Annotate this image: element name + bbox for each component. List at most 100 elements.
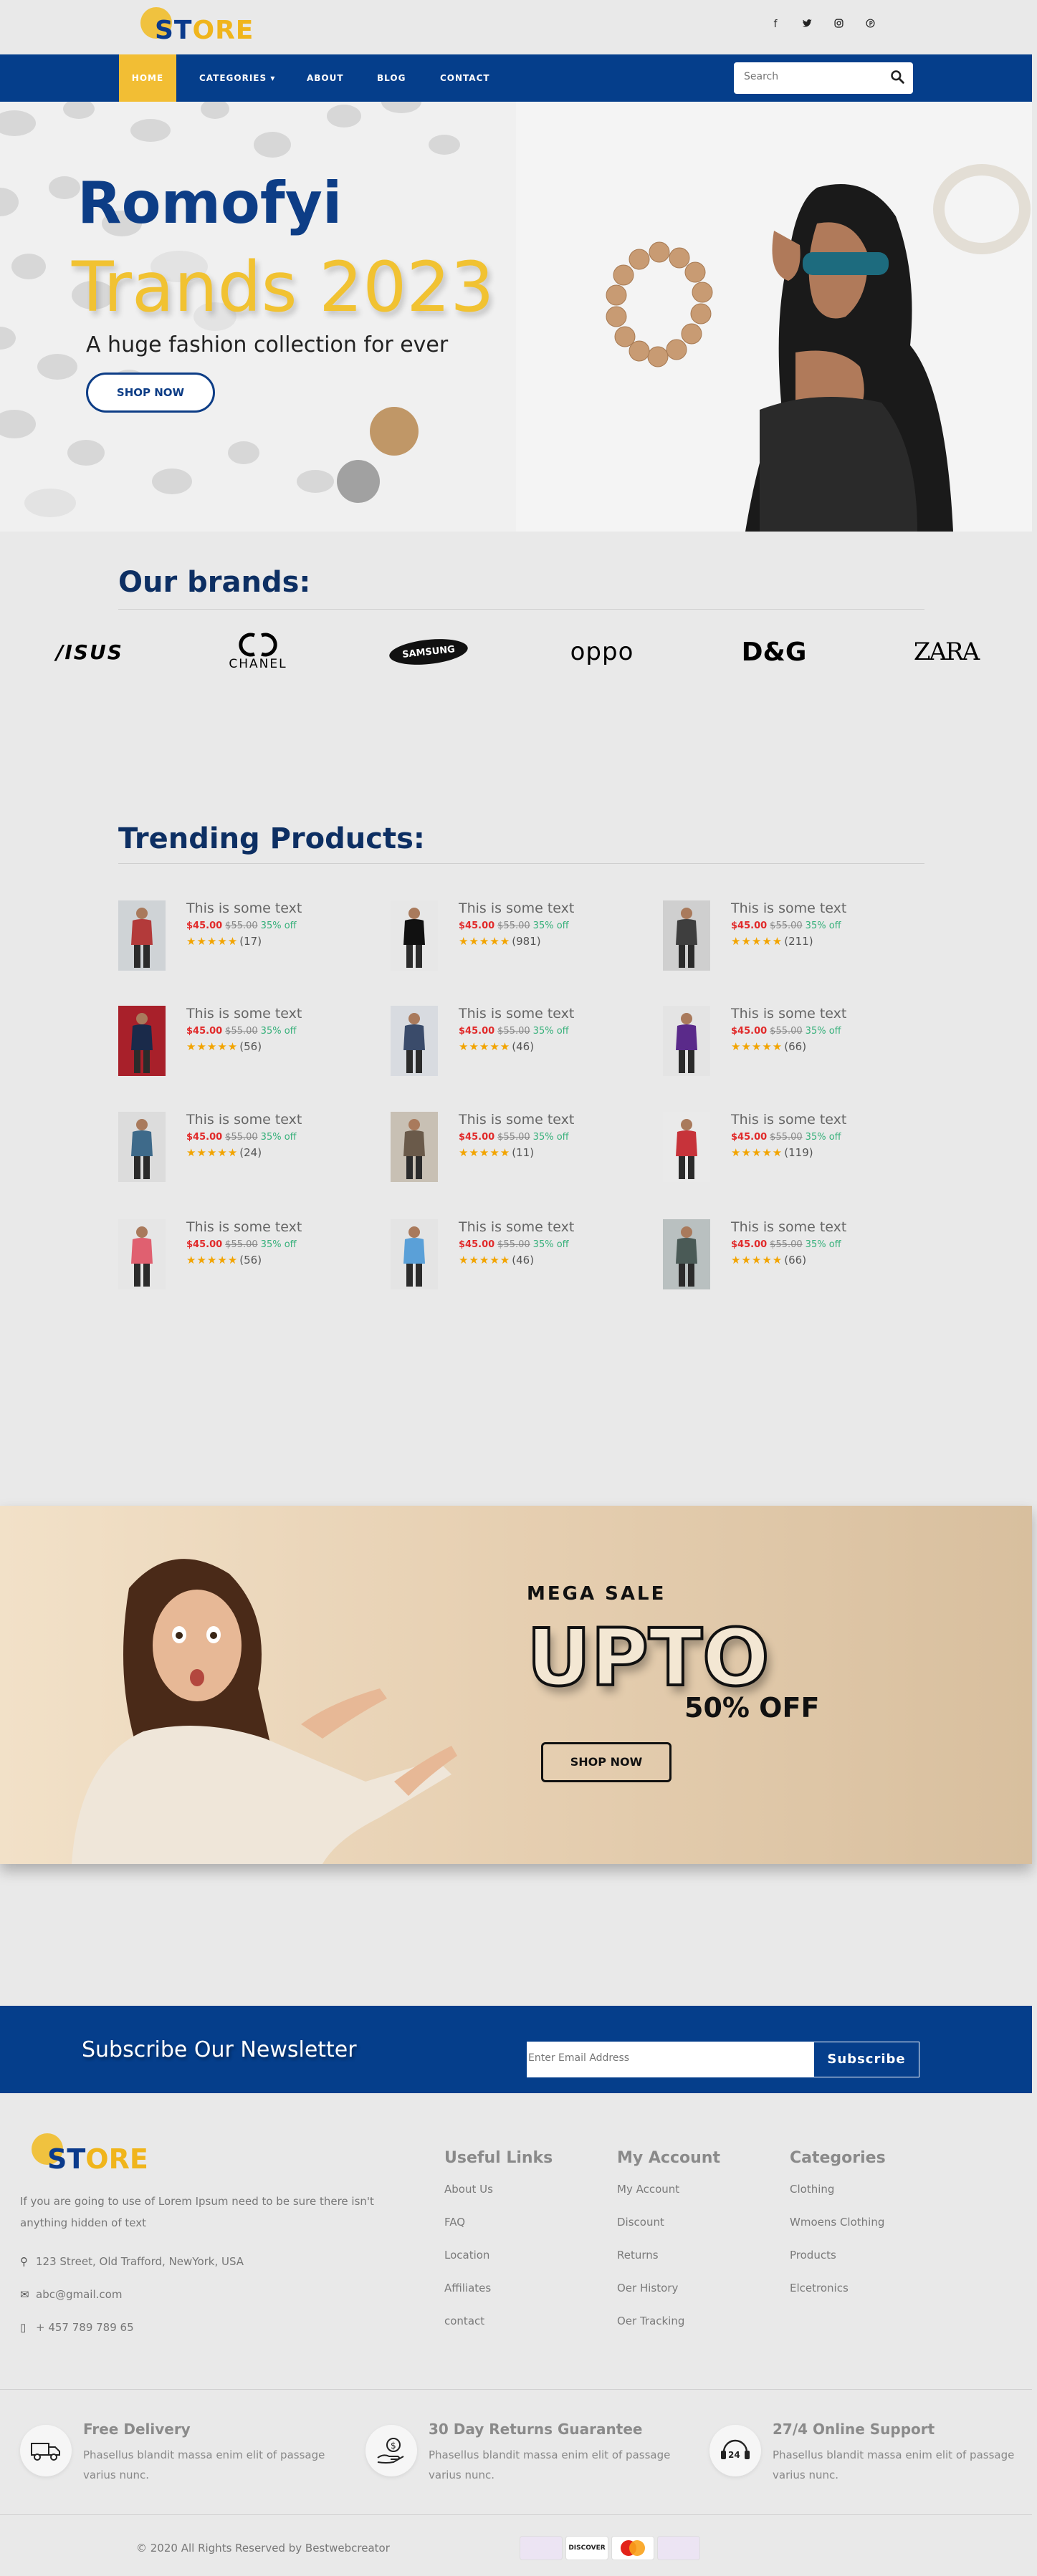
star-rating-icon: ★★★★★ [731,1040,783,1053]
newsletter-section: Subscribe Our Newsletter Subscribe [0,2006,1032,2093]
nav-blog[interactable]: BLOG [377,54,406,102]
product-card[interactable]: This is some text $45.00 $55.00 35% off ★★★★… [118,1112,376,1191]
footer-link[interactable]: Clothing [790,2183,933,2216]
product-image[interactable] [663,900,710,971]
twitter-icon[interactable] [791,19,823,31]
nav-about[interactable]: ABOUT [307,54,344,102]
product-image[interactable] [391,1219,438,1289]
brand-asus[interactable]: /ISUS [50,630,129,673]
nav-home[interactable]: HOME [119,54,176,102]
review-count: (46) [512,1254,535,1267]
product-prices: $45.00 $55.00 35% off [186,1239,297,1250]
footer-email: ✉ abc@gmail.com [20,2288,122,2301]
product-name[interactable]: This is some text [731,1006,846,1022]
facebook-icon[interactable]: f [760,19,791,31]
footer-link[interactable]: Wmoens Clothing [790,2216,933,2249]
footer-link[interactable]: My Account [617,2183,760,2216]
product-name[interactable]: This is some text [186,1219,302,1235]
footer-logo[interactable]: STORE [32,2133,153,2175]
product-name[interactable]: This is some text [731,1112,846,1128]
footer-link[interactable]: Discount [617,2216,760,2249]
footer-col-categories: Categories Clothing Wmoens Clothing Prod… [790,2149,933,2315]
hero-shop-now-button[interactable]: SHOP NOW [86,373,215,413]
product-discount: 35% off [260,1239,297,1250]
product-card[interactable]: This is some text $45.00 $55.00 35% off ★★★★… [118,1219,376,1298]
product-image[interactable] [391,1006,438,1076]
product-name[interactable]: This is some text [186,1006,302,1022]
review-count: (56) [239,1040,262,1053]
search-icon[interactable] [890,69,904,84]
nav-contact[interactable]: CONTACT [440,54,490,102]
product-image[interactable] [663,1006,710,1076]
product-card[interactable]: This is some text $45.00 $55.00 35% off ★★★★… [663,900,921,979]
footer-link[interactable]: Elcetronics [790,2282,933,2315]
product-old-price: $55.00 [770,921,803,931]
product-price: $45.00 [459,921,495,931]
product-name[interactable]: This is some text [186,900,302,916]
product-old-price: $55.00 [497,1132,530,1143]
footer-link[interactable]: About Us [444,2183,588,2216]
footer-link[interactable]: Returns [617,2249,760,2282]
footer-link[interactable]: Oer Tracking [617,2315,760,2347]
email-input[interactable] [528,2052,801,2064]
nav-categories[interactable]: CATEGORIES ▾ [199,54,275,102]
feature-free-delivery: Free Delivery Phasellus blandit massa en… [20,2419,335,2491]
feature-text: Phasellus blandit massa enim elit of pas… [429,2448,671,2481]
brand-chanel[interactable]: CHANEL [215,630,301,673]
product-price: $45.00 [731,1132,768,1143]
product-card[interactable]: This is some text $45.00 $55.00 35% off ★★★★… [391,1219,649,1298]
product-name[interactable]: This is some text [186,1112,302,1128]
search-input[interactable] [744,71,880,82]
product-discount: 35% off [260,921,297,931]
product-name[interactable]: This is some text [459,1112,574,1128]
product-image[interactable] [118,1219,166,1289]
trending-title: Trending Products: [118,822,425,855]
footer-link[interactable]: Oer History [617,2282,760,2315]
product-name[interactable]: This is some text [731,900,846,916]
footer-link[interactable]: Affiliates [444,2282,588,2315]
footer-bottom-divider [0,2514,1032,2515]
truck-icon [20,2425,72,2476]
footer-link[interactable]: contact [444,2315,588,2347]
instagram-icon[interactable] [823,19,854,31]
product-prices: $45.00 $55.00 35% off [186,1132,297,1143]
product-name[interactable]: This is some text [459,1006,574,1022]
brand-dg[interactable]: D&G [738,630,810,673]
subscribe-button[interactable]: Subscribe [813,2042,919,2077]
product-card[interactable]: This is some text $45.00 $55.00 35% off ★★★★… [663,1112,921,1191]
product-prices: $45.00 $55.00 35% off [459,921,569,931]
brand-samsung[interactable]: SAMSUNG [388,630,469,673]
pinterest-icon[interactable] [854,19,886,31]
product-old-price: $55.00 [770,1239,803,1250]
product-name[interactable]: This is some text [459,1219,574,1235]
brand-oppo[interactable]: oppo [552,630,652,673]
product-image[interactable] [118,1006,166,1076]
product-card[interactable]: This is some text $45.00 $55.00 35% off ★★★★… [118,1006,376,1085]
product-card[interactable]: This is some text $45.00 $55.00 35% off ★★★★… [118,900,376,979]
product-card[interactable]: This is some text $45.00 $55.00 35% off ★★★★… [391,900,649,979]
product-image[interactable] [663,1219,710,1289]
footer-link[interactable]: Products [790,2249,933,2282]
footer-link[interactable]: FAQ [444,2216,588,2249]
footer-link[interactable]: Location [444,2249,588,2282]
footer-col-title: Categories [790,2149,886,2167]
footer-email-text[interactable]: abc@gmail.com [36,2288,122,2301]
feature-title: 30 Day Returns Guarantee [429,2421,643,2438]
product-card[interactable]: This is some text $45.00 $55.00 35% off ★★★★… [663,1219,921,1298]
store-logo[interactable]: STORE [138,7,259,47]
product-card[interactable]: This is some text $45.00 $55.00 35% off ★★★★… [391,1006,649,1085]
product-image[interactable] [391,1112,438,1182]
product-image[interactable] [118,900,166,971]
product-card[interactable]: This is some text $45.00 $55.00 35% off ★★★★… [391,1112,649,1191]
product-old-price: $55.00 [225,1132,258,1143]
product-name[interactable]: This is some text [459,900,574,916]
brand-zara[interactable]: ZARA [910,630,982,673]
feature-support: 24 27/4 Online Support Phasellus blandit… [709,2419,1025,2491]
product-name[interactable]: This is some text [731,1219,846,1235]
product-image[interactable] [663,1112,710,1182]
product-image[interactable] [391,900,438,971]
product-card[interactable]: This is some text $45.00 $55.00 35% off ★★★★… [663,1006,921,1085]
sale-shop-now-button[interactable]: SHOP NOW [541,1742,672,1782]
logo-text: ST [155,16,193,45]
product-image[interactable] [118,1112,166,1182]
